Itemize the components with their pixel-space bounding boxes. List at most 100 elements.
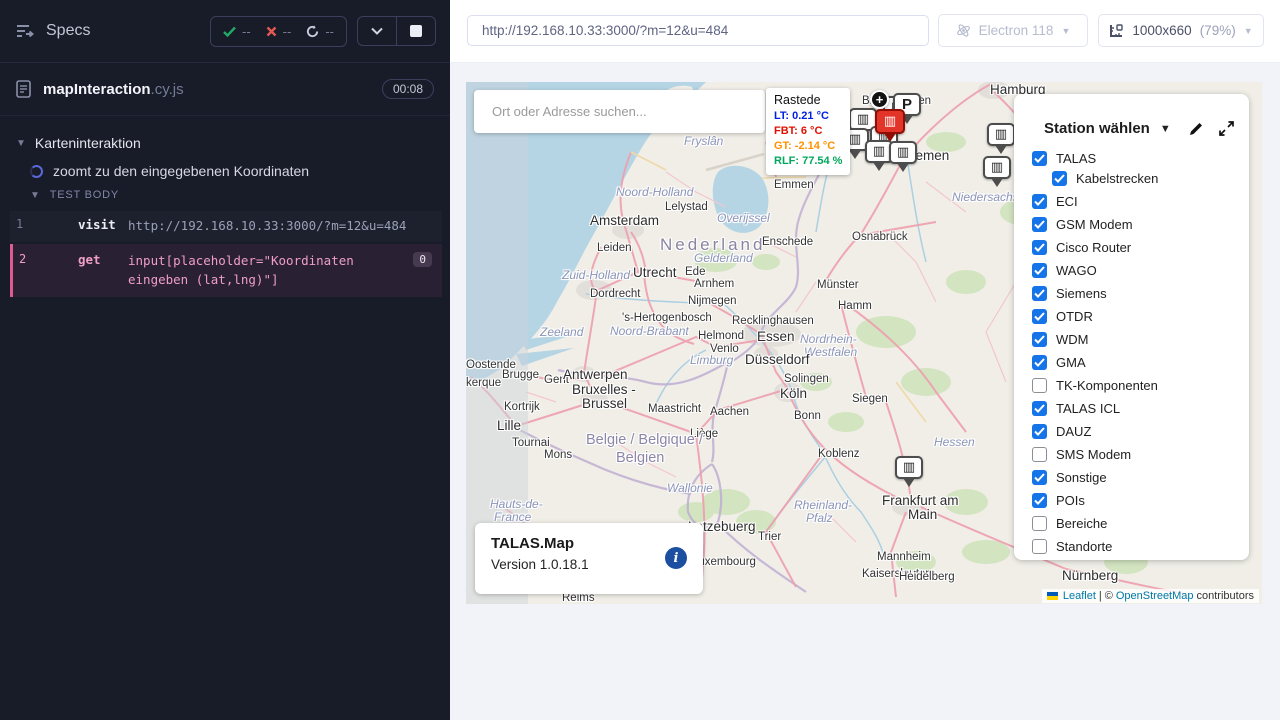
browser-selector[interactable]: Electron 118 ▼ (938, 14, 1088, 47)
app-version: Version 1.0.18.1 (491, 557, 687, 572)
collapse-button[interactable] (358, 17, 396, 45)
station-filter-tk-komponenten[interactable]: TK-Komponenten (1032, 378, 1249, 393)
map-label: kerque (466, 377, 501, 389)
run-stats: -- -- -- (210, 16, 347, 47)
checkbox-checked-icon[interactable] (1032, 240, 1047, 255)
viewport-zoom: (79%) (1200, 23, 1236, 38)
stat-failed: -- (266, 24, 292, 39)
map-label: Maastricht (648, 403, 701, 415)
station-filter-gsm-modem[interactable]: GSM Modem (1032, 217, 1249, 232)
checkbox-unchecked-icon[interactable] (1032, 447, 1047, 462)
test-row[interactable]: zoomt zu den eingegebenen Koordinaten (0, 156, 450, 185)
checkbox-checked-icon[interactable] (1032, 263, 1047, 278)
stop-button[interactable] (396, 17, 435, 45)
marker-tail (903, 478, 915, 493)
map-label: Leiden (597, 242, 632, 254)
checkbox-unchecked-icon[interactable] (1032, 539, 1047, 554)
tooltip-measurement: RLF: 77.54 % (774, 154, 842, 169)
marker-cluster-expand[interactable]: + (870, 90, 889, 109)
checkbox-checked-icon[interactable] (1032, 424, 1047, 439)
checkbox-checked-icon[interactable] (1052, 171, 1067, 186)
station-marker[interactable]: ▥ (983, 156, 1011, 193)
specs-title: Specs (46, 22, 90, 40)
reporter-header: Specs -- -- -- (0, 0, 450, 63)
command-row-get[interactable]: 2 get input[placeholder="Koordinaten ein… (10, 244, 442, 298)
map-attribution: Leaflet | © OpenStreetMap contributors (1042, 589, 1259, 603)
station-filter-label: WAGO (1056, 263, 1097, 278)
station-filter-label: Bereiche (1056, 516, 1107, 531)
station-filter-pois[interactable]: POIs (1032, 493, 1249, 508)
checkbox-unchecked-icon[interactable] (1032, 516, 1047, 531)
station-filter-standorte[interactable]: Standorte (1032, 539, 1249, 554)
map-label: Limburg (690, 353, 733, 367)
station-filter-bereiche[interactable]: Bereiche (1032, 516, 1249, 531)
map-label: Zeeland (540, 325, 583, 339)
fullscreen-expand-icon[interactable] (1218, 120, 1235, 137)
specs-menu-icon[interactable] (16, 23, 34, 39)
checkbox-unchecked-icon[interactable] (1032, 378, 1047, 393)
search-input[interactable] (492, 104, 753, 119)
station-filter-talas[interactable]: TALAS (1032, 151, 1249, 166)
info-icon[interactable]: i (665, 547, 687, 569)
url-bar[interactable]: http://192.168.10.33:3000/?m=12&u=484 (467, 15, 929, 46)
map-label: Brugge (502, 369, 539, 381)
checkbox-checked-icon[interactable] (1032, 286, 1047, 301)
leaflet-map[interactable]: HamburgBremerhavenBremenNiedersachsenEmm… (466, 82, 1262, 604)
station-filter-wdm[interactable]: WDM (1032, 332, 1249, 347)
station-filter-dauz[interactable]: DAUZ (1032, 424, 1249, 439)
map-label: Rheinland- (794, 498, 852, 512)
station-marker[interactable]: ▥ (889, 141, 917, 178)
map-label: Pfalz (806, 511, 833, 525)
map-label: Zuid-Holland (562, 268, 630, 282)
suite-row[interactable]: ▼ Karteninteraktion (0, 130, 450, 156)
command-row-visit[interactable]: 1 visit http://192.168.10.33:3000/?m=12&… (10, 211, 442, 242)
spec-basename: mapInteraction (43, 81, 151, 98)
checkbox-checked-icon[interactable] (1032, 470, 1047, 485)
map-label: Amsterdam (590, 213, 659, 228)
station-marker[interactable]: ▥ (895, 456, 923, 493)
station-filter-gma[interactable]: GMA (1032, 355, 1249, 370)
checkbox-checked-icon[interactable] (1032, 332, 1047, 347)
station-glyph-icon: ▥ (897, 146, 909, 159)
osm-link[interactable]: OpenStreetMap (1116, 590, 1194, 602)
station-filter-sonstige[interactable]: Sonstige (1032, 470, 1249, 485)
map-label: Utrecht (633, 265, 677, 280)
station-marker[interactable]: ▥ (987, 123, 1015, 160)
station-filter-label: GMA (1056, 355, 1086, 370)
station-filter-siemens[interactable]: Siemens (1032, 286, 1249, 301)
checkbox-checked-icon[interactable] (1032, 493, 1047, 508)
spec-row[interactable]: mapInteraction.cy.js 00:08 (0, 63, 450, 116)
map-label: Koblenz (818, 448, 860, 460)
map-label: Recklinghausen (732, 315, 814, 327)
checkbox-checked-icon[interactable] (1032, 401, 1047, 416)
spec-file-icon (16, 80, 31, 98)
leaflet-link[interactable]: Leaflet (1063, 590, 1096, 602)
ukraine-flag-icon (1047, 592, 1058, 600)
station-filter-sms-modem[interactable]: SMS Modem (1032, 447, 1249, 462)
station-filter-eci[interactable]: ECI (1032, 194, 1249, 209)
station-filter-otdr[interactable]: OTDR (1032, 309, 1249, 324)
map-label: Nürnberg (1062, 568, 1118, 583)
command-number: 1 (10, 217, 78, 231)
checkbox-checked-icon[interactable] (1032, 217, 1047, 232)
stop-icon (410, 25, 422, 37)
station-filter-wago[interactable]: WAGO (1032, 263, 1249, 278)
chevron-down-icon: ▼ (16, 138, 26, 149)
station-filter-cisco-router[interactable]: Cisco Router (1032, 240, 1249, 255)
station-filter-talas-icl[interactable]: TALAS ICL (1032, 401, 1249, 416)
viewport-info-button[interactable]: 1000x660 (79%) ▼ (1098, 14, 1264, 47)
map-label: Osnabrück (852, 231, 908, 243)
checkbox-checked-icon[interactable] (1032, 151, 1047, 166)
map-label: Mannheim (877, 551, 931, 563)
viewport-ruler-icon (1109, 24, 1124, 38)
map-label: Aachen (710, 406, 749, 418)
test-body-row[interactable]: ▼ TEST BODY (0, 185, 450, 207)
chevron-down-icon[interactable]: ▼ (1160, 123, 1171, 135)
refresh-icon (306, 25, 319, 38)
edit-pencil-icon[interactable] (1188, 121, 1204, 137)
checkbox-checked-icon[interactable] (1032, 355, 1047, 370)
checkbox-checked-icon[interactable] (1032, 309, 1047, 324)
station-filter-kabelstrecken[interactable]: Kabelstrecken (1052, 171, 1249, 186)
map-label: Essen (757, 329, 795, 344)
checkbox-checked-icon[interactable] (1032, 194, 1047, 209)
